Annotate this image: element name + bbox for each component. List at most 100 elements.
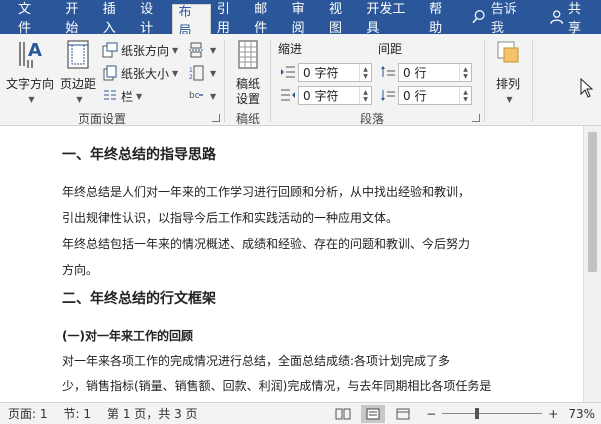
margins-button[interactable]: 页边距 ▼ — [58, 40, 98, 107]
spin-arrows-icon[interactable]: ▲ ▼ — [359, 87, 371, 104]
paragraph-line: 引出规律性认识，以指导今后工作和实践活动的一种应用文体。 — [62, 211, 399, 225]
tab-developer[interactable]: 开发工具 — [360, 0, 423, 36]
spacing-after-value: 0 行 — [403, 89, 427, 103]
status-bar: 页面: 1 节: 1 第 1 页，共 3 页 − + 73% — [0, 402, 601, 424]
page-setup-launcher-icon[interactable] — [212, 114, 220, 122]
zoom-level[interactable]: 73% — [558, 407, 601, 421]
web-icon — [396, 408, 410, 419]
indent-right-input[interactable]: 0 字符 ▲ ▼ — [298, 86, 372, 105]
document-area: 一、年终总结的指导思路 年终总结是人们对一年来的工作学习进行回顾和分析，从中找出… — [0, 126, 601, 402]
page-setup-group-label: 页面设置 — [78, 112, 127, 126]
lightbulb-search-icon — [471, 10, 485, 24]
spacing-after-input[interactable]: 0 行 ▲ ▼ — [398, 86, 472, 105]
tab-help[interactable]: 帮助 — [423, 0, 460, 36]
document-page[interactable]: 一、年终总结的指导思路 年终总结是人们对一年来的工作学习进行回顾和分析，从中找出… — [0, 126, 583, 402]
tab-view[interactable]: 视图 — [323, 0, 360, 36]
ribbon-tab-bar: 文件 开始 插入 设计 布局 引用 邮件 审阅 视图 开发工具 帮助 告诉我 共… — [0, 0, 601, 39]
indent-right-value: 0 字符 — [303, 89, 339, 103]
status-section[interactable]: 节: 1 — [56, 405, 100, 422]
scrollbar-thumb[interactable] — [588, 132, 597, 272]
orientation-icon — [102, 42, 118, 58]
web-layout-button[interactable] — [391, 405, 415, 423]
paper-size-icon — [103, 65, 117, 81]
zoom-control: − + — [426, 407, 558, 421]
read-mode-button[interactable] — [331, 405, 355, 423]
chevron-down-icon: ▼ — [76, 95, 83, 104]
paper-size-label: 纸张大小 — [121, 66, 170, 81]
hyphenation-icon: bc — [189, 91, 203, 101]
breaks-icon — [189, 42, 203, 58]
text-direction-icon: A — [19, 40, 42, 68]
zoom-out-icon[interactable]: − — [426, 407, 436, 421]
heading-1: 一、年终总结的指导思路 — [62, 147, 216, 163]
spacing-before-input[interactable]: 0 行 ▲ ▼ — [398, 63, 472, 82]
status-page[interactable]: 页面: 1 — [0, 405, 56, 422]
ribbon-layout-panel: A 文字方向 ▼ 页边距 ▼ 纸张方向 ▼ 纸张大小 ▼ 栏 ▼ ▼ 1 2 ▼… — [0, 34, 601, 126]
tell-me-label: 告诉我 — [490, 2, 517, 36]
paragraph-line: 年终总结包括一年来的情况概述、成绩和经验、存在的问题和教训、今后努力 — [62, 237, 471, 251]
spin-arrows-icon[interactable]: ▲ ▼ — [459, 64, 471, 81]
hyphenation-button[interactable]: bc ▼ — [188, 86, 216, 106]
svg-text:bc: bc — [189, 91, 200, 101]
share-label: 共享 — [567, 2, 581, 36]
tab-file[interactable]: 文件 — [0, 0, 59, 36]
heading-2: 二、年终总结的行文框架 — [62, 291, 216, 307]
text-direction-button[interactable]: A 文字方向 ▼ — [4, 40, 56, 107]
chevron-down-icon: ▼ — [210, 68, 217, 78]
paragraph-line: 对一年来各项工作的完成情况进行总结，全面总结成绩:各项计划完成了多 — [62, 354, 451, 368]
zoom-slider-knob[interactable] — [475, 408, 480, 419]
spin-arrows-icon[interactable]: ▲ ▼ — [459, 87, 471, 104]
status-right: − + 73% — [328, 403, 601, 424]
tab-insert[interactable]: 插入 — [97, 0, 134, 36]
spacing-before-icon — [381, 66, 395, 77]
manuscript-group-label: 稿纸 — [236, 112, 261, 126]
chevron-down-icon: ▼ — [28, 95, 35, 104]
paragraph-launcher-icon[interactable] — [472, 114, 480, 122]
spacing-after-icon — [381, 90, 395, 101]
orientation-label: 纸张方向 — [121, 43, 170, 58]
ribbon-divider — [270, 40, 271, 122]
chevron-down-icon: ▼ — [172, 45, 179, 55]
tab-review[interactable]: 审阅 — [286, 0, 323, 36]
ribbon-divider — [224, 40, 225, 122]
chevron-down-icon: ▼ — [172, 68, 179, 78]
indent-left-value: 0 字符 — [303, 66, 339, 80]
share-button[interactable]: 共享 — [539, 0, 601, 36]
columns-icon — [104, 90, 116, 100]
paragraph-line: 年终总结是人们对一年来的工作学习进行回顾和分析，从中找出经验和教训， — [62, 185, 471, 199]
paragraph-line: 方向。 — [62, 263, 99, 277]
zoom-in-icon[interactable]: + — [548, 407, 558, 421]
arrange-button[interactable]: 排列 ▼ — [488, 40, 528, 107]
zoom-slider[interactable] — [442, 408, 543, 419]
tab-layout[interactable]: 布局 — [171, 4, 211, 39]
tab-design[interactable]: 设计 — [134, 0, 171, 36]
status-page-count[interactable]: 第 1 页，共 3 页 — [99, 405, 206, 422]
paper-size-button[interactable]: 纸张大小 ▼ — [102, 63, 178, 83]
columns-button[interactable]: 栏 ▼ — [102, 86, 142, 106]
tab-home[interactable]: 开始 — [59, 0, 96, 36]
margins-icon — [67, 40, 89, 69]
tell-me-search[interactable]: 告诉我 — [461, 0, 539, 36]
mouse-cursor-icon — [580, 78, 594, 98]
columns-label: 栏 — [121, 89, 134, 104]
indent-left-input[interactable]: 0 字符 ▲ ▼ — [298, 63, 372, 82]
paragraph-line: 少，销售指标(销量、销售额、回款、利润)完成情况，与去年同期相比各项任务是 — [62, 379, 492, 393]
print-layout-button[interactable] — [361, 404, 386, 423]
svg-text:2: 2 — [189, 74, 193, 81]
tab-mailings[interactable]: 邮件 — [248, 0, 285, 36]
tab-references[interactable]: 引用 — [211, 0, 248, 36]
indent-left-icon — [281, 66, 295, 78]
book-icon — [335, 408, 351, 419]
orientation-button[interactable]: 纸张方向 ▼ — [102, 40, 178, 60]
vertical-scrollbar[interactable] — [583, 126, 601, 402]
indent-right-icon — [281, 89, 295, 101]
spacing-before-value: 0 行 — [403, 66, 427, 80]
breaks-button[interactable]: ▼ — [188, 40, 216, 60]
paragraph-group-label: 段落 — [360, 112, 385, 126]
page-icon — [366, 408, 380, 419]
manuscript-settings-button[interactable]: 稿纸 设置 — [228, 40, 268, 107]
line-numbers-button[interactable]: 1 2 ▼ — [188, 63, 216, 83]
indent-label: 缩进 — [278, 42, 303, 56]
spin-arrows-icon[interactable]: ▲ ▼ — [359, 64, 371, 81]
spacing-label: 间距 — [378, 42, 403, 56]
